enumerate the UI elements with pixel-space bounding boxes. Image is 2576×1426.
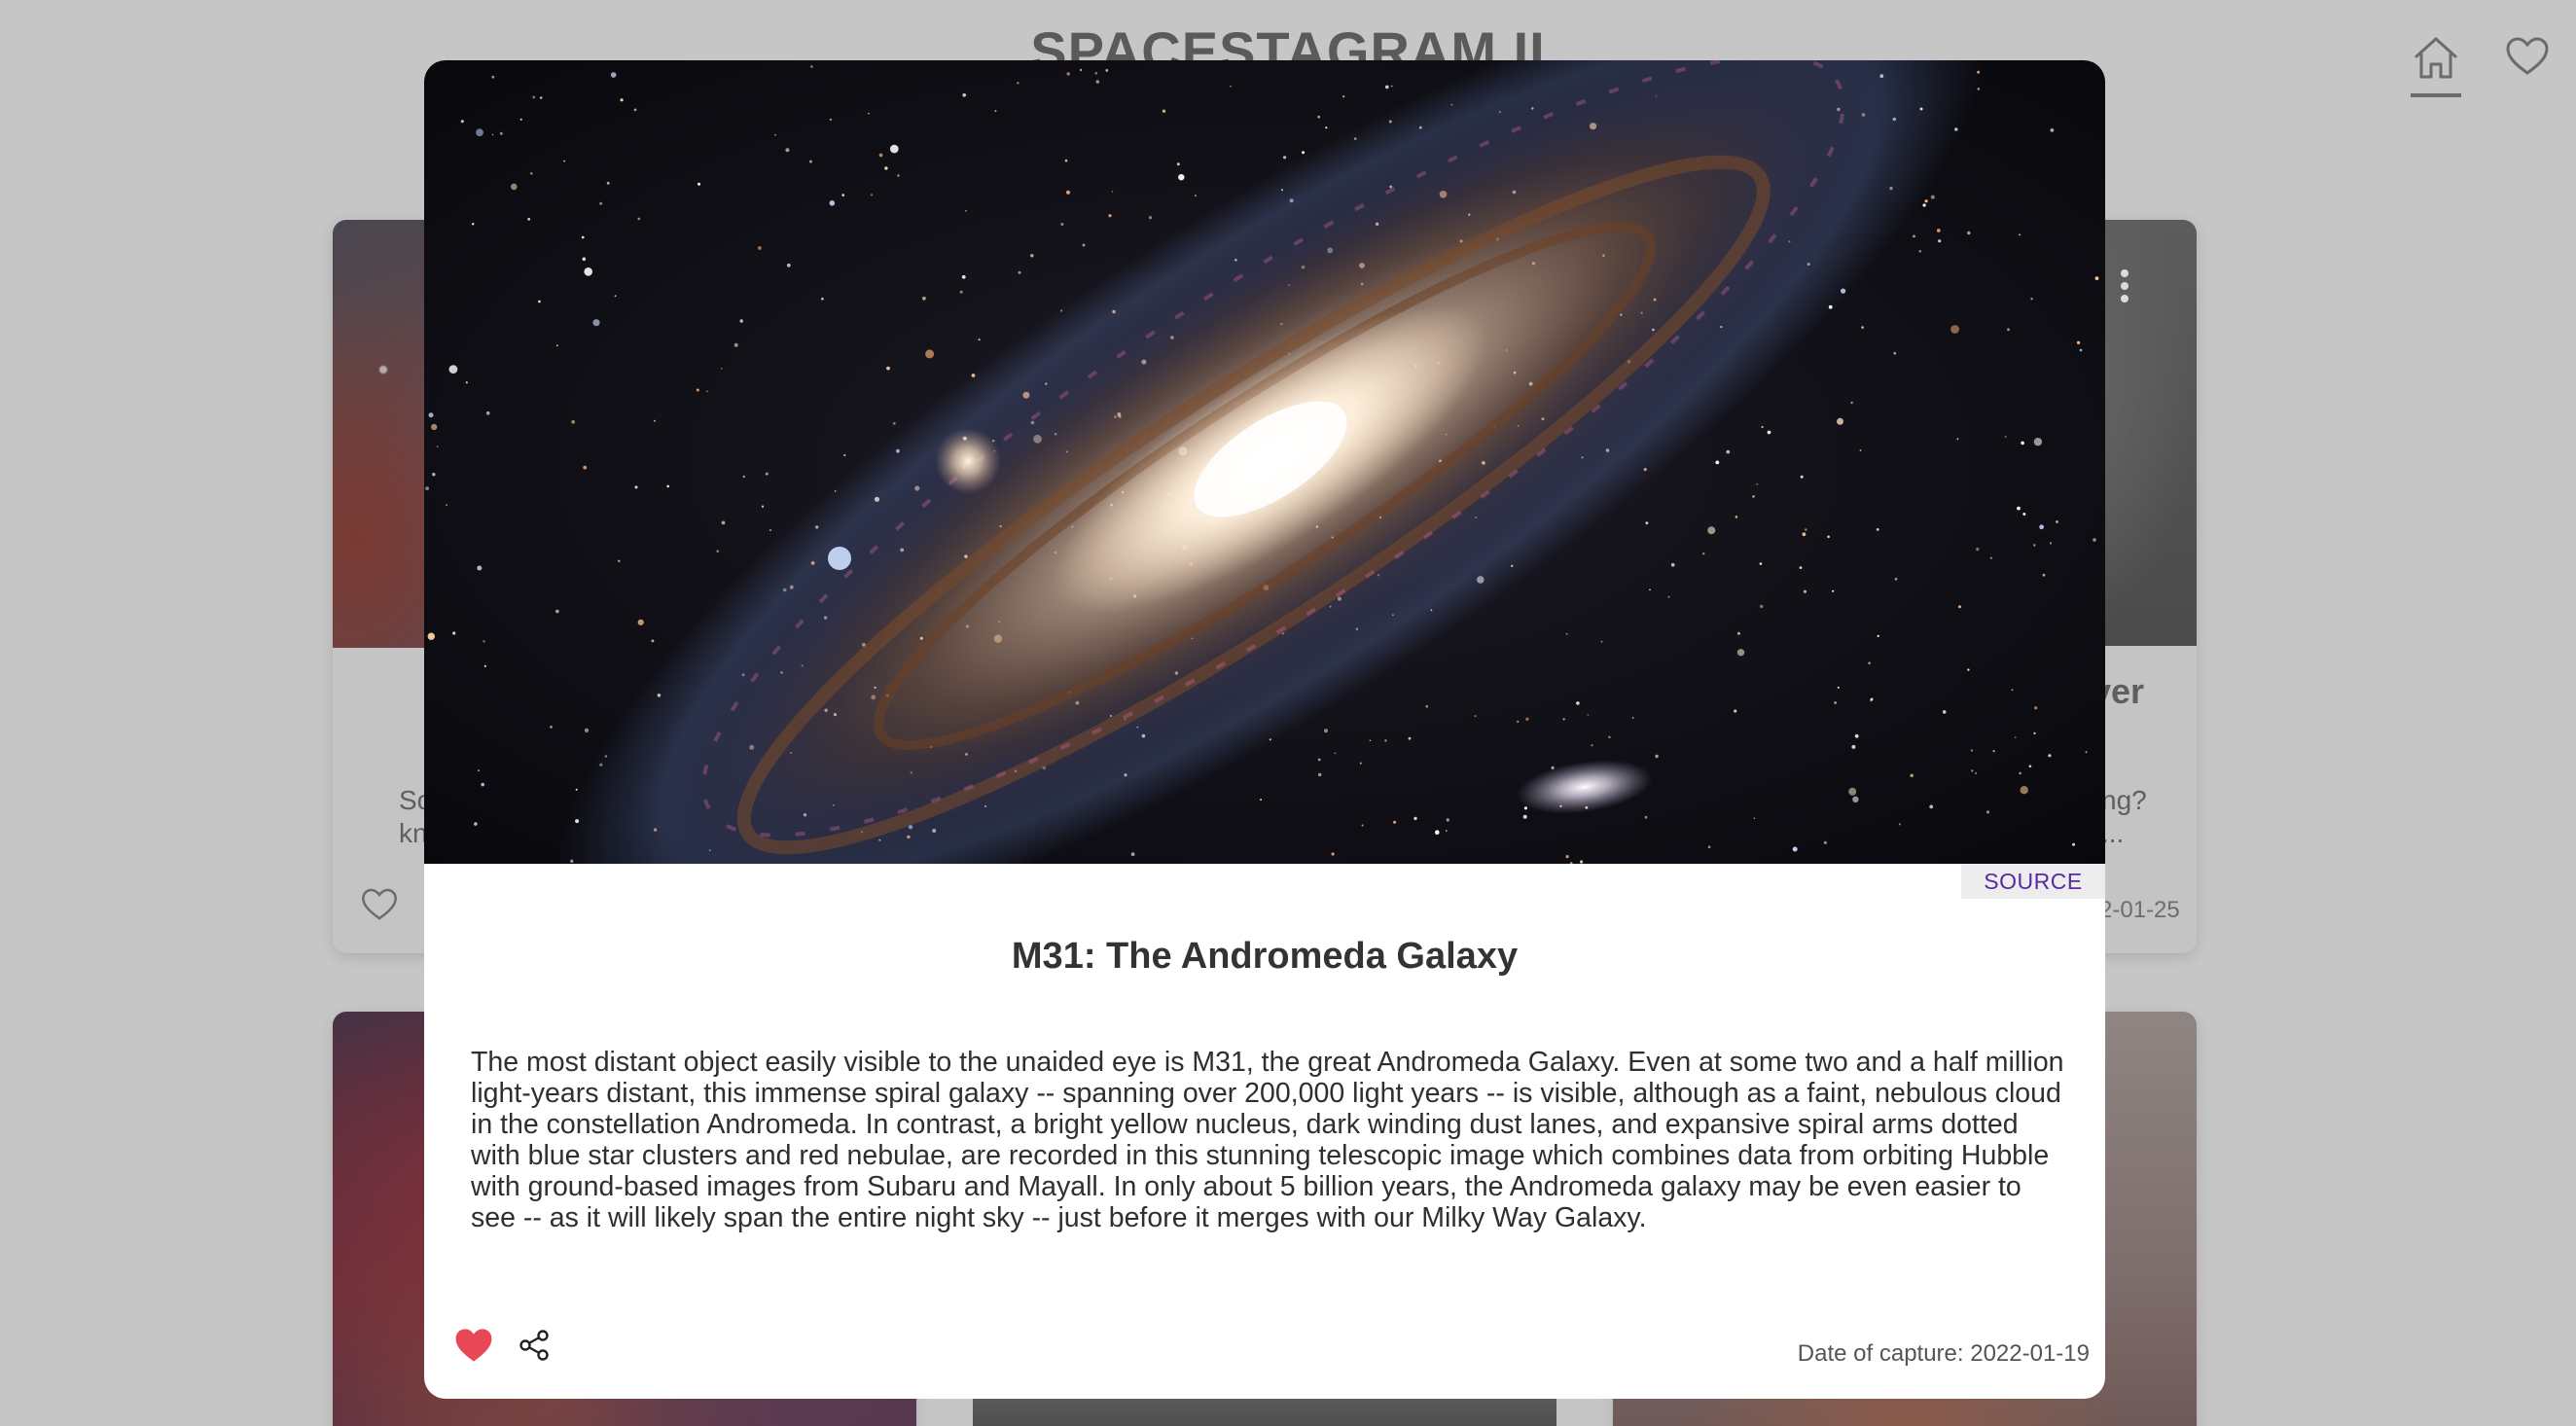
post-title: M31: The Andromeda Galaxy — [1011, 936, 1519, 977]
share-icon[interactable] — [518, 1329, 551, 1362]
kebab-menu-icon[interactable] — [2119, 268, 2130, 303]
capture-date: Date of capture: 2022-01-19 — [1797, 1340, 2090, 1367]
post-image[interactable] — [973, 1397, 1556, 1426]
page: SPACESTAGRAM II Sc kn ver ng? ... 2-01-2… — [0, 0, 2576, 1426]
nav-active-indicator — [2411, 93, 2461, 97]
post-detail-modal: SOURCE M31: The Andromeda Galaxy The mos… — [424, 60, 2105, 1399]
post-image-andromeda[interactable] — [424, 60, 2105, 864]
home-icon[interactable] — [2411, 33, 2461, 84]
heart-outline-icon[interactable] — [2504, 33, 2551, 80]
source-link[interactable]: SOURCE — [1961, 864, 2105, 899]
post-description: ng? ... — [2101, 785, 2147, 848]
heart-outline-icon[interactable] — [360, 885, 399, 924]
post-date: 2-01-25 — [2099, 897, 2180, 923]
post-description: The most distant object easily visible t… — [471, 1047, 2064, 1233]
heart-filled-icon[interactable] — [453, 1325, 494, 1366]
